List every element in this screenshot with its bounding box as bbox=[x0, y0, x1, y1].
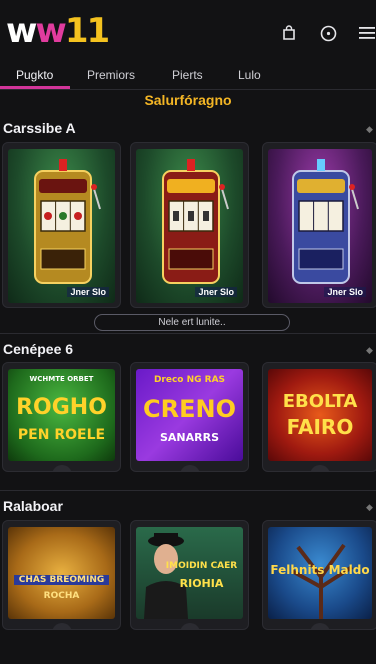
game-thumbnail: EBOLTA FAIRO bbox=[268, 369, 372, 461]
game-tag: Jner Slo bbox=[195, 287, 237, 297]
add-favorite-button[interactable]: + bbox=[51, 465, 72, 471]
logo-letter-w1: w bbox=[6, 11, 37, 51]
game-card[interactable]: EBOLTA FAIRO + bbox=[262, 362, 376, 472]
game-title-main: CRENO bbox=[143, 395, 236, 423]
game-title-main: IMOIDIN CAER bbox=[165, 561, 238, 571]
game-card[interactable]: IMOIDIN CAER RIOHIA + bbox=[130, 520, 249, 630]
game-card[interactable]: Felhnits Maldo + bbox=[262, 520, 376, 630]
game-title-main: CHAS BREOMING bbox=[14, 575, 109, 585]
slot-machine-image: Jner Slo bbox=[268, 149, 372, 303]
circle-menu-icon[interactable] bbox=[317, 22, 339, 44]
game-thumbnail: IMOIDIN CAER RIOHIA bbox=[136, 527, 243, 619]
section-title-2: Cenépee 6 bbox=[3, 341, 74, 357]
add-favorite-button[interactable]: + bbox=[310, 623, 330, 629]
add-favorite-button[interactable]: + bbox=[179, 623, 200, 629]
game-title-main: EBOLTA bbox=[282, 391, 358, 412]
game-card[interactable]: Jner Slo bbox=[130, 142, 249, 308]
add-favorite-button[interactable]: + bbox=[51, 623, 72, 629]
game-card[interactable]: CHAS BREOMING ROCHA + bbox=[2, 520, 121, 630]
game-tag: Jner Slo bbox=[324, 287, 366, 297]
section-more-icon[interactable]: ◆ bbox=[366, 124, 374, 134]
divider bbox=[0, 333, 376, 334]
section-more-icon[interactable]: ◆ bbox=[366, 345, 374, 355]
logo-number: 11 bbox=[64, 11, 110, 51]
add-favorite-button[interactable]: + bbox=[179, 465, 200, 471]
section-title-3: Ralaboar bbox=[3, 498, 63, 514]
game-thumbnail: CHAS BREOMING ROCHA bbox=[8, 527, 115, 619]
game-title-top: WCHMTE ORBET bbox=[29, 375, 94, 383]
game-card[interactable]: Dreco NG RAS CRENO SANARRS + bbox=[130, 362, 249, 472]
game-title-sub: FAIRO bbox=[286, 415, 354, 439]
section-more-icon[interactable]: ◆ bbox=[366, 502, 374, 512]
bag-icon[interactable] bbox=[278, 22, 300, 44]
game-title-sub: RIOHIA bbox=[179, 577, 224, 590]
brand-logo[interactable]: ww11 bbox=[6, 11, 110, 51]
game-title-top: Dreco NG RAS bbox=[153, 375, 226, 385]
game-title-sub: ROCHA bbox=[43, 591, 80, 601]
game-tag: Jner Slo bbox=[67, 287, 109, 297]
slot-machine-image: Jner Slo bbox=[8, 149, 115, 303]
game-thumbnail: Dreco NG RAS CRENO SANARRS bbox=[136, 369, 243, 461]
game-title-main: Felhnits Maldo bbox=[270, 563, 370, 577]
tab-premiors[interactable]: Premiors bbox=[87, 68, 135, 82]
game-card[interactable]: Jner Slo bbox=[2, 142, 121, 308]
hamburger-icon[interactable] bbox=[356, 22, 376, 44]
tab-pugkto[interactable]: Pugkto bbox=[16, 68, 53, 82]
app-header: ww11 bbox=[0, 0, 376, 64]
game-thumbnail: Felhnits Maldo bbox=[268, 527, 372, 619]
tab-pierts[interactable]: Pierts bbox=[172, 68, 203, 82]
tab-lulo[interactable]: Lulo bbox=[238, 68, 261, 82]
active-tab-indicator bbox=[0, 86, 70, 89]
game-card[interactable]: WCHMTE ORBET ROGHO PEN ROELE + bbox=[2, 362, 121, 472]
game-title-main: ROGHO bbox=[16, 395, 107, 420]
divider bbox=[0, 490, 376, 491]
add-favorite-button[interactable]: + bbox=[310, 465, 330, 471]
game-title-sub: SANARRS bbox=[159, 431, 220, 444]
game-card[interactable]: Jner Slo bbox=[262, 142, 376, 308]
load-more-button[interactable]: Nele ert lunite.. bbox=[94, 314, 290, 331]
game-title-sub: PEN ROELE bbox=[17, 427, 106, 443]
slot-machine-image: Jner Slo bbox=[136, 149, 243, 303]
game-thumbnail: WCHMTE ORBET ROGHO PEN ROELE bbox=[8, 369, 115, 461]
section-title-1: Carssibe A bbox=[3, 120, 76, 136]
promo-banner-title[interactable]: Salurfóragno bbox=[0, 92, 376, 108]
logo-letter-w2: w bbox=[35, 11, 66, 51]
